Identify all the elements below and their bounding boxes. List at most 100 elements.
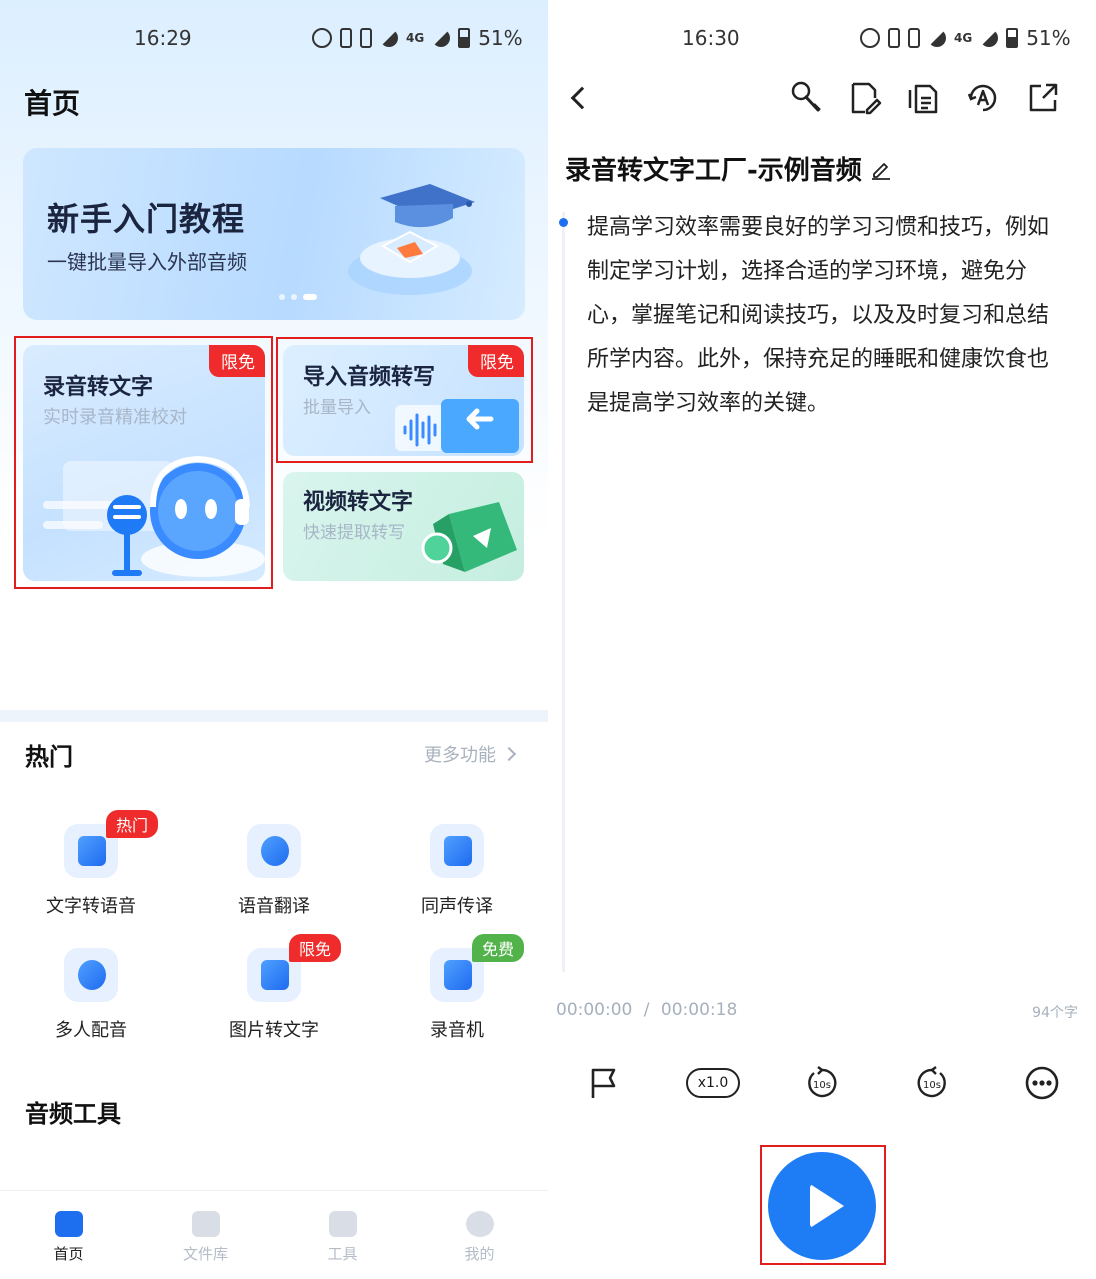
status-time: 16:29 [134, 26, 192, 50]
wifi-icon [928, 29, 946, 47]
nav-files[interactable]: 文件库 [137, 1191, 274, 1279]
transcript-timeline [559, 212, 568, 972]
page-title: 首页 [24, 87, 81, 120]
nav-label: 首页 [53, 1245, 84, 1263]
video-camera-icon [421, 502, 517, 572]
nav-profile[interactable]: 我的 [411, 1191, 548, 1279]
sim-icon [360, 28, 372, 48]
grid-item-label: 录音机 [430, 1020, 484, 1041]
more-features-link[interactable]: 更多功能 [424, 741, 517, 767]
forward-10s-button[interactable]: 10s [912, 1063, 952, 1103]
battery-icon [1006, 28, 1019, 48]
tools-icon [328, 1211, 357, 1237]
edit-pencil-icon[interactable] [870, 158, 892, 180]
battery-icon [458, 28, 471, 48]
grid-item-recorder[interactable]: 免费 录音机 [377, 934, 537, 1042]
status-bar: 16:30 4G 51% [548, 22, 1096, 54]
section-divider [0, 710, 548, 722]
multi-voice-dubbing-icon [64, 948, 118, 1002]
share-icon[interactable] [1025, 80, 1061, 116]
playback-time: 00:00:00 / 00:00:18 [556, 1000, 737, 1020]
network-type: 4G [406, 31, 425, 45]
pagination-dot [291, 294, 297, 300]
simultaneous-interpretation-icon [430, 824, 484, 878]
files-icon [191, 1211, 220, 1237]
forward-icon: 10s [917, 1066, 946, 1098]
voice-translate-icon [247, 824, 301, 878]
wifi-icon [380, 29, 398, 47]
document-edit-icon[interactable] [847, 80, 883, 116]
bottom-navigation: 首页 文件库 工具 我的 [0, 1190, 548, 1279]
highlight-box [760, 1145, 886, 1265]
vibrate-icon [340, 28, 352, 48]
signal-icon [980, 29, 999, 47]
hot-section-title: 热门 [25, 743, 73, 771]
translate-icon[interactable] [965, 80, 1001, 116]
battery-level: 51% [1026, 26, 1071, 50]
rewind-icon: 10s [808, 1066, 837, 1098]
grid-item-text-to-speech[interactable]: 热门 文字转语音 [11, 810, 171, 918]
alarm-icon [312, 28, 332, 48]
forward-label: 10s [923, 1080, 941, 1091]
rewind-label: 10s [813, 1080, 831, 1091]
rewind-10s-button[interactable]: 10s [802, 1063, 842, 1103]
banner-subtitle: 一键批量导入外部音频 [47, 250, 247, 274]
status-bar: 16:29 4G 51% [0, 22, 548, 54]
home-icon [54, 1211, 83, 1237]
microphone-edit-icon[interactable] [788, 80, 824, 116]
sim-icon [908, 28, 920, 48]
highlight-box [14, 336, 273, 589]
word-count: 94个字 [1032, 1005, 1078, 1021]
status-icons: 4G 51% [860, 26, 1071, 50]
transcript-paragraph[interactable]: 提高学习效率需要良好的学习习惯和技巧，例如制定学习计划，选择合适的学习环境，避免… [587, 206, 1057, 426]
card-subtitle: 快速提取转写 [303, 523, 405, 543]
tutorial-banner[interactable]: 新手入门教程 一键批量导入外部音频 [23, 148, 525, 320]
profile-icon [465, 1211, 494, 1237]
graduation-cap-icon [348, 184, 475, 295]
nav-tools[interactable]: 工具 [274, 1191, 411, 1279]
grid-item-label: 图片转文字 [229, 1020, 319, 1041]
total-time: 00:00:18 [660, 1000, 738, 1020]
grid-item-label: 语音翻译 [238, 896, 310, 917]
pagination-dot [279, 294, 285, 300]
flag-icon [591, 1068, 616, 1098]
hot-tag: 热门 [106, 810, 159, 838]
free-tag: 限免 [289, 934, 342, 962]
banner-indicator-strip [172, 320, 320, 330]
alarm-icon [860, 28, 880, 48]
flag-button[interactable] [586, 1063, 622, 1103]
status-icons: 4G 51% [312, 26, 523, 50]
grid-item-simultaneous-interpretation[interactable]: 同声传译 [377, 824, 537, 918]
speed-label: x1.0 [686, 1068, 740, 1098]
audio-tools-section-title: 音频工具 [25, 1100, 121, 1128]
time-separator: / [643, 1000, 650, 1020]
current-time: 00:00:00 [556, 1000, 633, 1020]
banner-title: 新手入门教程 [47, 200, 246, 238]
video-to-text-card[interactable]: 视频转文字 快速提取转写 [283, 472, 524, 581]
signal-icon [432, 29, 451, 47]
document-title-text: 录音转文字工厂-示例音频 [565, 156, 862, 186]
grid-item-multi-voice-dubbing[interactable]: 多人配音 [11, 948, 171, 1042]
nav-label: 工具 [327, 1245, 358, 1263]
chevron-right-icon [501, 746, 517, 762]
nav-label: 我的 [464, 1245, 495, 1263]
grid-item-image-to-text[interactable]: 限免 图片转文字 [194, 934, 354, 1042]
free-tag-green: 免费 [472, 934, 525, 962]
copy-document-icon[interactable] [906, 80, 942, 116]
nav-label: 文件库 [182, 1245, 228, 1263]
transcript-screen: 16:30 4G 51% 录音转文字工厂-示例音频 提高学习效率需要良好的学习习… [548, 0, 1096, 1279]
grid-item-label: 同声传译 [421, 896, 493, 917]
pagination-dot-active [303, 294, 317, 300]
nav-home[interactable]: 首页 [0, 1191, 137, 1279]
back-icon[interactable] [570, 86, 594, 110]
banner-pagination [279, 294, 317, 300]
more-features-label: 更多功能 [424, 745, 496, 766]
grid-item-label: 多人配音 [55, 1020, 127, 1041]
highlight-box [276, 337, 533, 463]
speed-button[interactable]: x1.0 [685, 1063, 741, 1103]
card-title: 视频转文字 [303, 490, 414, 515]
grid-item-voice-translate[interactable]: 语音翻译 [194, 824, 354, 918]
vibrate-icon [888, 28, 900, 48]
document-title[interactable]: 录音转文字工厂-示例音频 [565, 150, 892, 187]
more-options-button[interactable] [1022, 1063, 1062, 1103]
